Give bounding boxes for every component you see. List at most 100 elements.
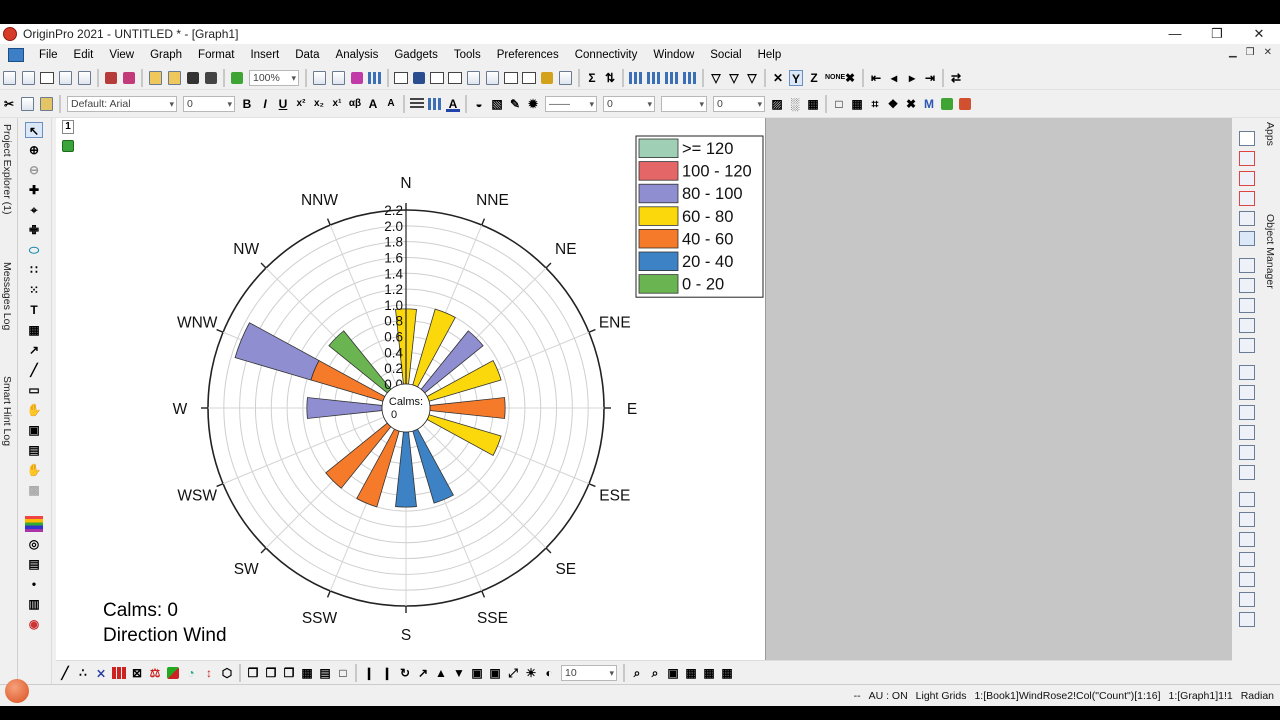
origin-app-icon[interactable] <box>3 27 17 41</box>
expand-icon[interactable]: ⤢ <box>506 665 520 681</box>
align-icon[interactable]: ❙ <box>362 665 376 681</box>
distribute-icon[interactable] <box>1239 512 1255 527</box>
minimize-button[interactable]: — <box>1154 24 1196 44</box>
menu-view[interactable]: View <box>102 44 141 66</box>
tab-project-explorer[interactable]: Project Explorer (1) <box>1 124 13 214</box>
tab-apps[interactable]: Apps <box>1264 122 1276 146</box>
reset-view-icon[interactable]: ▣ <box>666 665 680 681</box>
menu-social[interactable]: Social <box>703 44 748 66</box>
restore-button[interactable]: ❒ <box>1196 24 1238 44</box>
ungroup-icon[interactable] <box>1239 552 1255 567</box>
set-as-x-icon[interactable]: ✕ <box>771 70 785 86</box>
code-builder-icon[interactable] <box>413 71 425 84</box>
insert-graph-icon[interactable]: ▣ <box>25 422 43 438</box>
line-symbol-icon[interactable]: ⨯ <box>94 665 108 681</box>
bar-w[interactable] <box>306 397 383 419</box>
first-page-icon[interactable]: ⇤ <box>869 70 883 86</box>
sort-icon[interactable]: ⇅ <box>603 70 617 86</box>
sup-sub-icon[interactable]: x¹ <box>330 96 344 112</box>
border-plot-icon[interactable]: □ <box>336 665 350 681</box>
same-width-icon[interactable] <box>1239 465 1255 480</box>
draw-data-icon[interactable]: ▩ <box>25 482 43 498</box>
heatmap-icon[interactable]: ▦ <box>300 665 314 681</box>
status-unit[interactable]: Radian <box>1241 690 1274 702</box>
close-button[interactable]: ✕ <box>1238 24 1280 44</box>
tab-messages-log[interactable]: Messages Log <box>1 262 13 330</box>
line-style-combo[interactable]: —— <box>545 95 597 112</box>
layer-tool-icon[interactable]: ▤ <box>25 556 43 572</box>
tab-smart-hint-log[interactable]: Smart Hint Log <box>1 376 13 446</box>
scale-tool-icon[interactable]: ✚ <box>25 182 43 198</box>
font-name-combo[interactable]: Default: Arial <box>67 95 177 112</box>
box-3d-icon[interactable]: ▣ <box>488 665 502 681</box>
region-selector-icon[interactable]: ⁙ <box>25 282 43 298</box>
column-plot-icon[interactable] <box>112 666 126 679</box>
new-matrix-icon[interactable] <box>59 70 72 85</box>
save-project-icon[interactable] <box>187 71 199 84</box>
stack-icon[interactable]: ▦ <box>720 665 734 681</box>
bar-s[interactable] <box>395 431 417 508</box>
paste-icon[interactable] <box>40 96 53 111</box>
stacked-chart-icon[interactable] <box>665 71 679 84</box>
font-size-combo[interactable]: 0 <box>183 95 235 112</box>
matrix-icon[interactable]: M <box>922 96 936 112</box>
high-low-icon[interactable]: ↕ <box>202 665 216 681</box>
tilt-icon[interactable]: ↗ <box>416 665 430 681</box>
open-template-icon[interactable] <box>168 70 181 85</box>
align-left-icon[interactable] <box>410 97 424 110</box>
pin-icon[interactable] <box>1239 231 1255 246</box>
rotate-icon[interactable]: ↻ <box>398 665 412 681</box>
clear-filter-icon[interactable]: ▽ <box>727 70 741 86</box>
data-selector-icon[interactable]: ∷ <box>25 262 43 278</box>
zoom-out-tool-icon[interactable]: ⊖ <box>25 162 43 178</box>
tab-object-manager[interactable]: Object Manager <box>1264 214 1276 289</box>
print-icon[interactable] <box>313 70 326 85</box>
copy-icon[interactable] <box>21 96 34 111</box>
table-plot-icon[interactable]: ▤ <box>318 665 332 681</box>
next-page-icon[interactable]: ▸ <box>905 70 919 86</box>
table-grid-icon[interactable]: ▦ <box>806 96 820 112</box>
status-au[interactable]: AU : ON <box>869 690 908 702</box>
fill-combo[interactable] <box>661 95 707 112</box>
new-project-icon[interactable] <box>3 70 16 85</box>
menu-gadgets[interactable]: Gadgets <box>387 44 444 66</box>
menu-window[interactable]: Window <box>646 44 701 66</box>
layer-extract-icon[interactable] <box>1239 318 1255 333</box>
merge-icon[interactable]: □ <box>832 96 846 112</box>
mask-tool-icon[interactable]: ✋ <box>25 462 43 478</box>
layer-mgmt-icon[interactable] <box>1239 258 1255 273</box>
refresh-icon[interactable] <box>332 70 345 85</box>
front-icon[interactable] <box>1239 572 1255 587</box>
clone-graph-icon[interactable]: ❐ <box>282 665 296 681</box>
fill-size-combo[interactable]: 0 <box>713 95 765 112</box>
text-tool-icon[interactable]: T <box>25 302 43 318</box>
statistics-icon[interactable]: Σ <box>585 70 599 86</box>
prism-icon[interactable]: ▲ <box>434 665 448 681</box>
graph-page[interactable]: 1 0.0 0.2 0.4 0.6 0.8 1.0 1.2 1.4 1.6 1.8 2.0 2.2 N… <box>56 118 766 660</box>
mdi-close-icon[interactable]: ✕ <box>1264 47 1272 58</box>
previous-page-icon[interactable]: ◂ <box>887 70 901 86</box>
set-as-y-icon[interactable]: Y <box>789 69 803 86</box>
italic-icon[interactable]: I <box>258 96 272 112</box>
align-left-edge-icon[interactable] <box>1239 365 1255 380</box>
save-template-icon[interactable] <box>205 71 217 84</box>
duplicate-icon[interactable] <box>351 71 363 84</box>
pointer-tool-icon[interactable]: ↖ <box>25 122 43 138</box>
line-tool-icon[interactable]: ╱ <box>25 362 43 378</box>
color-scale-icon[interactable] <box>25 516 43 532</box>
menu-file[interactable]: File <box>32 44 65 66</box>
box-chart-icon[interactable]: ⊠ <box>130 665 144 681</box>
find-icon[interactable] <box>467 70 480 85</box>
cube-icon[interactable]: ▣ <box>470 665 484 681</box>
bar-chart-icon[interactable] <box>647 71 661 84</box>
layout-icon[interactable]: ▦ <box>684 665 698 681</box>
set-as-error-icon[interactable]: ✖ <box>843 70 857 86</box>
rescale-icon[interactable] <box>1239 191 1255 206</box>
split-icon[interactable]: ❖ <box>886 96 900 112</box>
hand-tool-icon[interactable]: ✋ <box>25 402 43 418</box>
arrange-icon[interactable]: ▦ <box>702 665 716 681</box>
data-reader-icon[interactable]: ⌖ <box>25 202 43 218</box>
new-function-icon[interactable] <box>78 70 91 85</box>
filter-options-icon[interactable]: ▽ <box>745 70 759 86</box>
layer-merge-icon[interactable] <box>1239 298 1255 313</box>
